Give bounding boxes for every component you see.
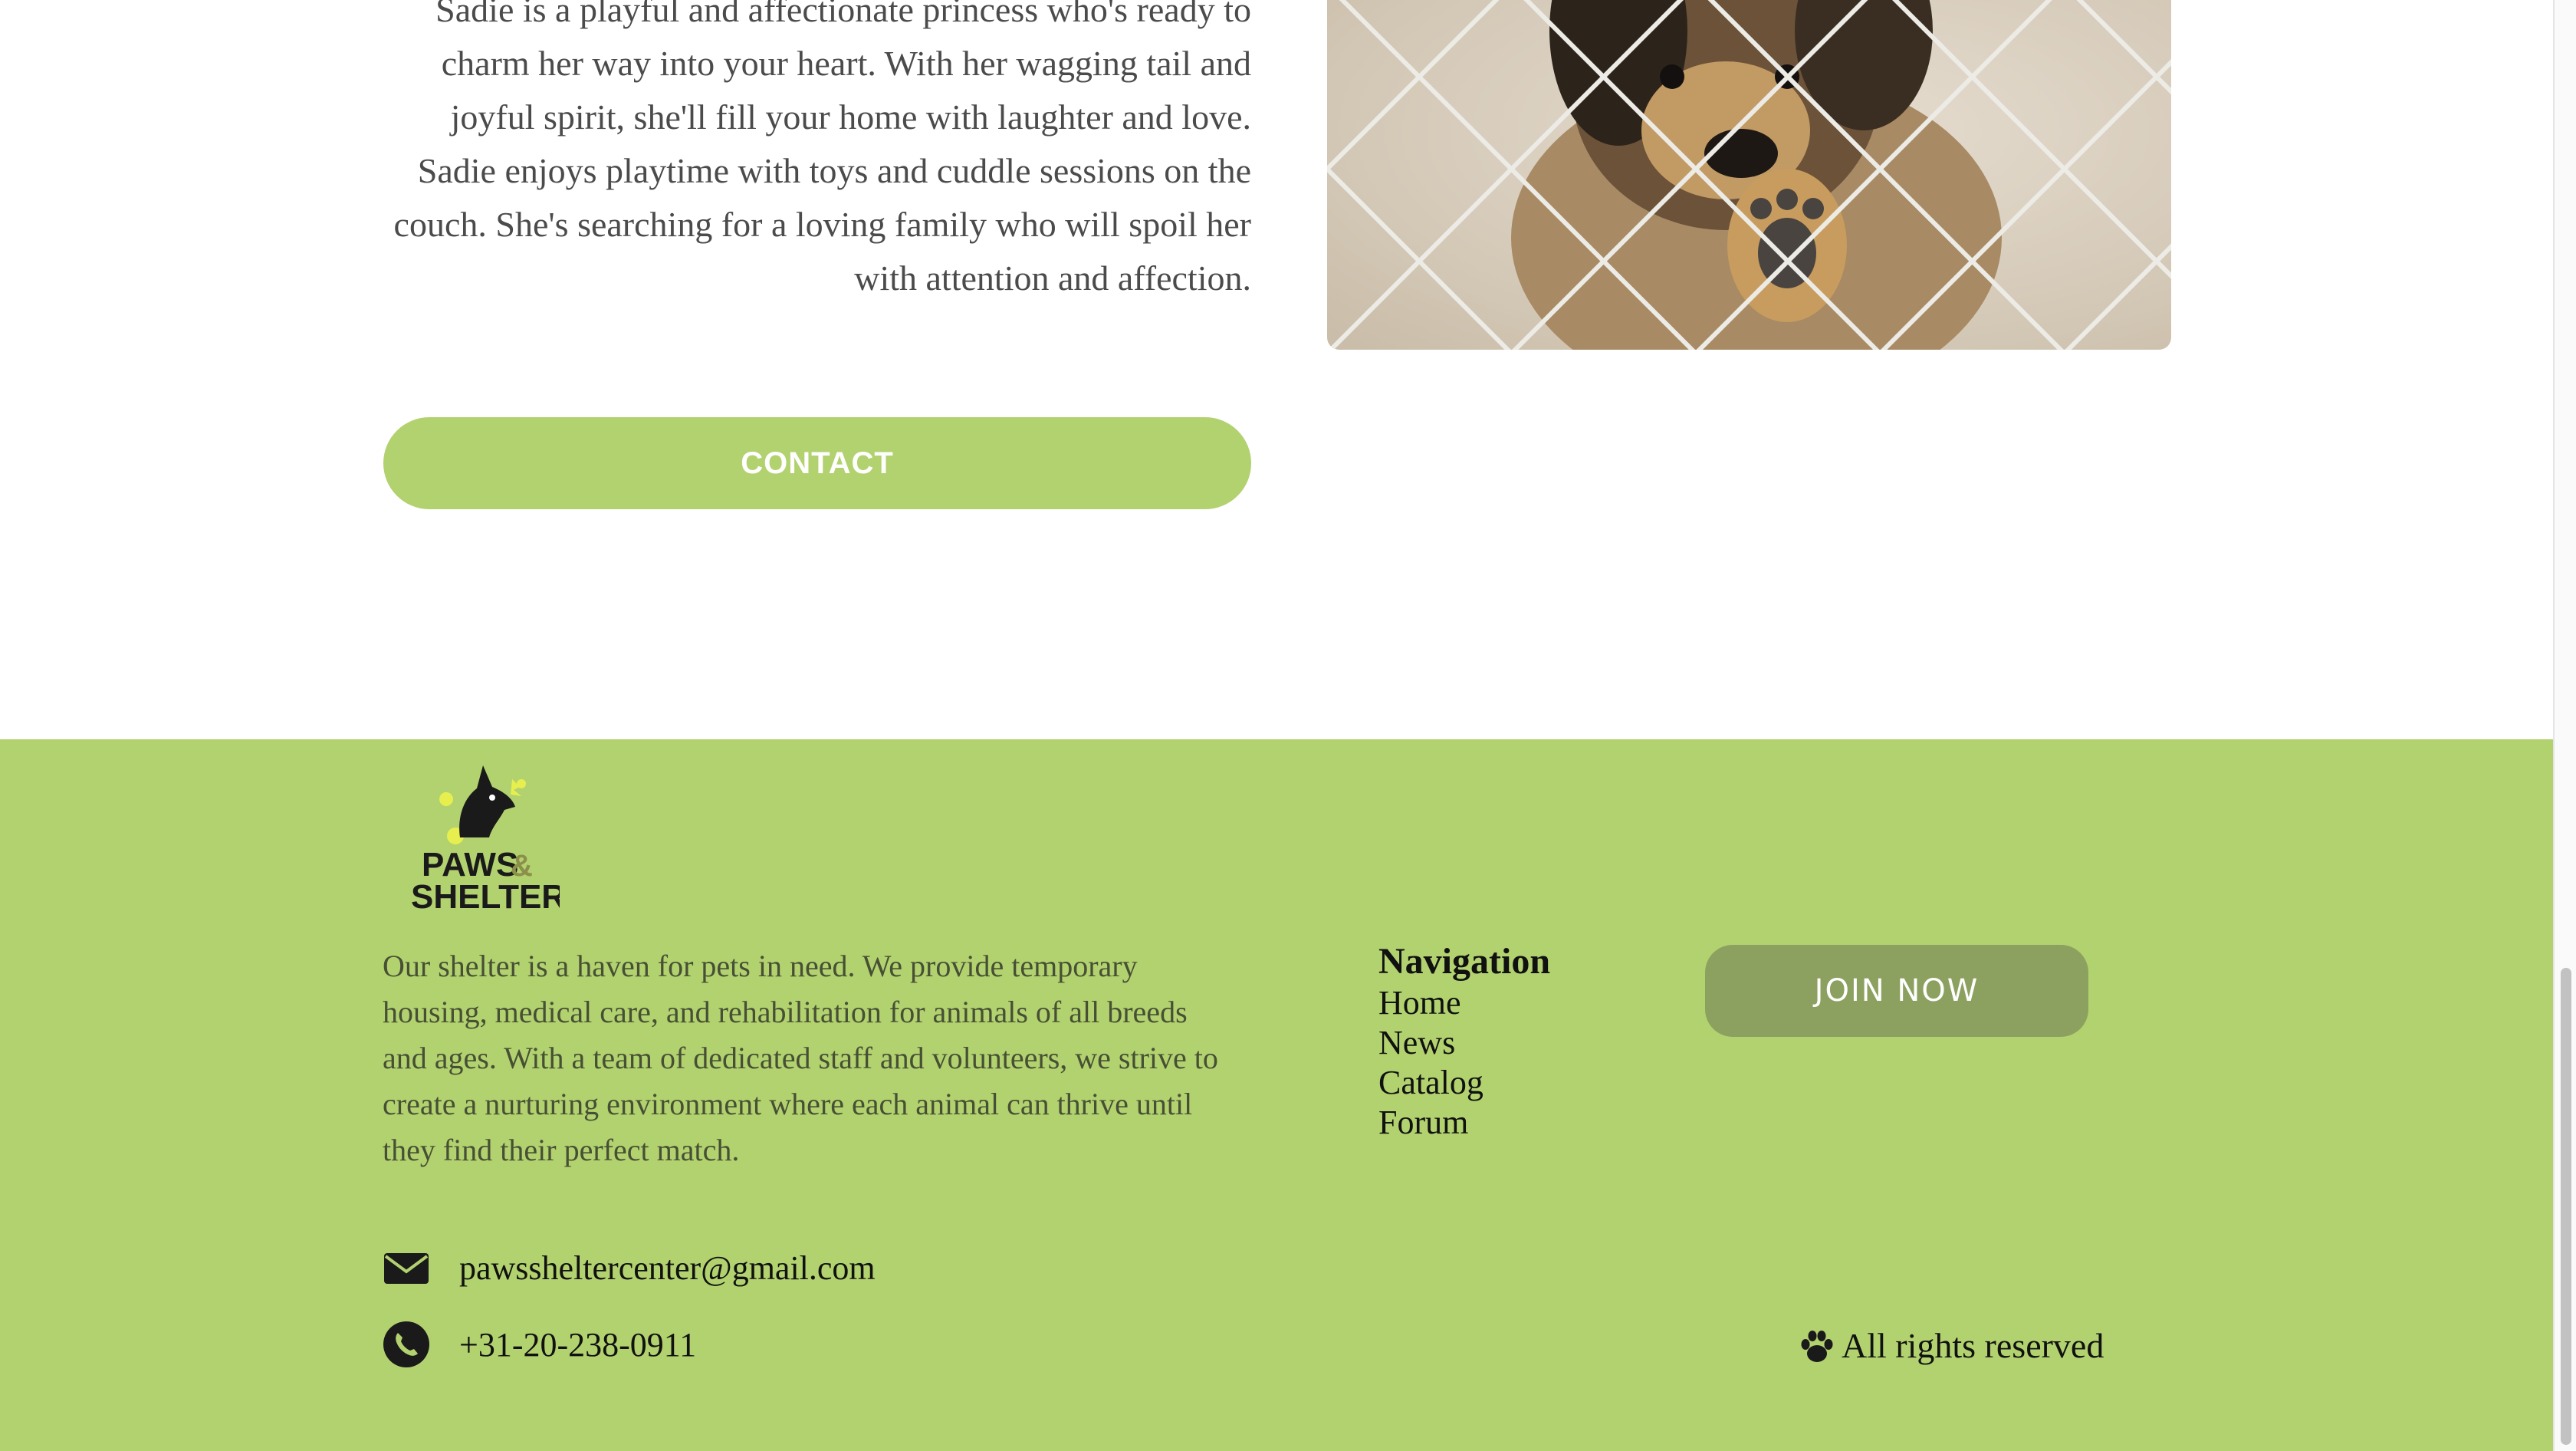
vertical-scrollbar[interactable] bbox=[2553, 0, 2576, 1451]
copyright: All rights reserved bbox=[1799, 1325, 2104, 1366]
email-link[interactable]: pawssheltercenter@gmail.com bbox=[459, 1249, 876, 1288]
shelter-about-text: Our shelter is a haven for pets in need.… bbox=[383, 949, 1218, 1167]
paws-shelter-logo[interactable]: PAWS & SHELTER bbox=[406, 761, 566, 916]
site-footer: PAWS & SHELTER Our shelter is a haven fo… bbox=[0, 739, 2553, 1451]
nav-link-home[interactable]: Home bbox=[1378, 983, 1550, 1023]
nav-link-news[interactable]: News bbox=[1378, 1023, 1550, 1063]
join-now-button[interactable]: JOIN NOW bbox=[1705, 945, 2088, 1037]
page: Sadie is a playful and affectionate prin… bbox=[0, 0, 2553, 1451]
pet-bio: Sadie is a playful and affectionate prin… bbox=[393, 0, 1251, 298]
phone-link[interactable]: +31-20-238-0911 bbox=[459, 1325, 696, 1364]
phone-contact: +31-20-238-0911 bbox=[383, 1321, 696, 1368]
footer-navigation: Navigation Home News Catalog Forum bbox=[1378, 940, 1550, 1143]
phone-icon bbox=[383, 1321, 430, 1368]
nav-link-forum[interactable]: Forum bbox=[1378, 1103, 1550, 1143]
navigation-heading: Navigation bbox=[1378, 941, 1551, 982]
navigation-list: Home News Catalog Forum bbox=[1378, 983, 1550, 1143]
contact-button[interactable]: CONTACT bbox=[383, 417, 1251, 509]
rights-text: All rights reserved bbox=[1842, 1326, 2104, 1365]
nav-link-catalog[interactable]: Catalog bbox=[1378, 1063, 1550, 1103]
envelope-icon bbox=[383, 1244, 430, 1291]
email-contact: pawssheltercenter@gmail.com bbox=[383, 1244, 876, 1291]
pet-photo bbox=[1327, 0, 2171, 350]
dog-logo-icon: PAWS & SHELTER bbox=[411, 765, 566, 916]
puppy-behind-fence-photo-icon bbox=[1327, 0, 2171, 350]
svg-text:SHELTER: SHELTER bbox=[411, 878, 560, 914]
paw-icon bbox=[1799, 1328, 1835, 1364]
scrollbar-thumb[interactable] bbox=[2561, 968, 2571, 1445]
